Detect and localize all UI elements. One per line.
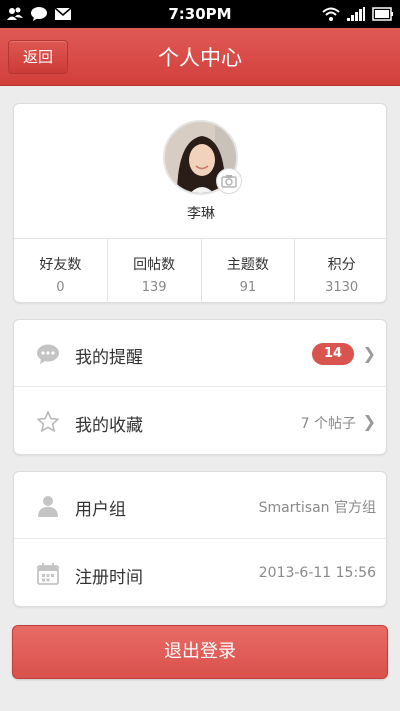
chat-bubble-icon <box>37 344 59 364</box>
stat-label: 积分 <box>327 257 356 273</box>
row-label: 用户组 <box>75 500 126 520</box>
info-card: 用户组 Smartisan 官方组 注册时间 2013-6-11 15:56 <box>13 471 388 607</box>
user-name: 李琳 <box>187 206 215 222</box>
star-icon <box>37 411 59 432</box>
calendar-icon <box>37 563 59 585</box>
change-avatar-button[interactable] <box>216 168 242 194</box>
register-time-value: 2013-6-11 15:56 <box>258 565 376 581</box>
row-label: 注册时间 <box>75 568 143 588</box>
stat-friends[interactable]: 好友数 0 <box>14 239 107 303</box>
battery-icon <box>372 7 393 21</box>
page-title: 个人中心 <box>158 46 242 70</box>
stat-label: 好友数 <box>39 257 82 273</box>
reminder-count-badge: 14 <box>312 343 354 365</box>
wifi-icon <box>322 7 340 21</box>
row-label: 我的提醒 <box>75 348 143 368</box>
favorites-count: 7 个帖子 <box>300 416 356 432</box>
navigation-header: 返回 个人中心 <box>0 28 400 86</box>
system-icons <box>322 6 394 22</box>
status-bar: 7:30PM <box>0 0 400 28</box>
stat-replies[interactable]: 回帖数 139 <box>106 239 201 303</box>
chevron-right-icon: ❯ <box>362 412 376 431</box>
stat-label: 回帖数 <box>133 257 176 273</box>
profile-card: 李琳 好友数 0 回帖数 139 主题数 91 积分 3130 <box>13 103 388 303</box>
my-favorites-row[interactable]: 我的收藏 7 个帖子 ❯ <box>14 388 388 455</box>
stat-points[interactable]: 积分 3130 <box>294 239 388 303</box>
stats-row: 好友数 0 回帖数 139 主题数 91 积分 3130 <box>14 238 388 303</box>
stat-value: 139 <box>141 280 167 295</box>
stat-topics[interactable]: 主题数 91 <box>200 239 295 303</box>
stat-value: 91 <box>239 280 257 295</box>
row-label: 我的收藏 <box>75 416 143 436</box>
user-icon <box>38 496 58 517</box>
stat-value: 0 <box>56 280 65 295</box>
menu-card: 我的提醒 14 ❯ 我的收藏 7 个帖子 ❯ <box>13 319 388 455</box>
logout-button[interactable]: 退出登录 <box>12 625 388 679</box>
user-group-value: Smartisan 官方组 <box>258 500 376 516</box>
signal-icon <box>347 7 365 21</box>
camera-icon <box>221 175 237 188</box>
chevron-right-icon: ❯ <box>362 344 376 363</box>
user-group-row: 用户组 Smartisan 官方组 <box>14 472 388 539</box>
stat-label: 主题数 <box>226 257 269 273</box>
stat-value: 3130 <box>325 280 359 295</box>
register-time-row: 注册时间 2013-6-11 15:56 <box>14 540 388 607</box>
my-reminders-row[interactable]: 我的提醒 14 ❯ <box>14 320 388 387</box>
